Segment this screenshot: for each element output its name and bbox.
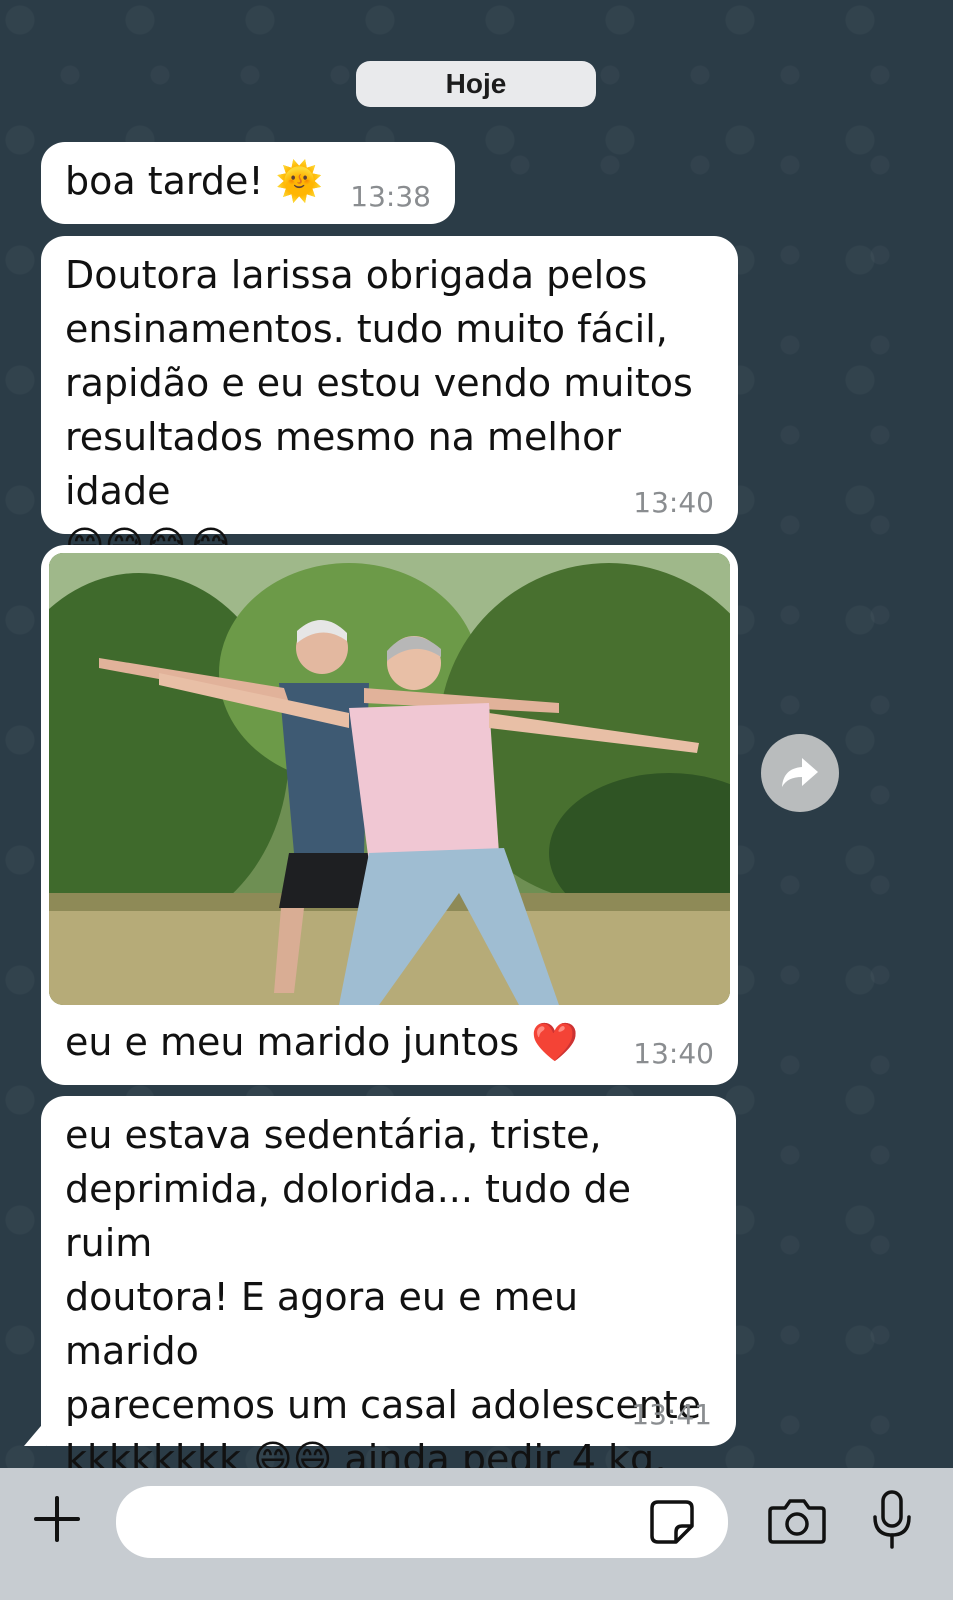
sticker-icon[interactable]	[648, 1498, 696, 1546]
message-bubble[interactable]: boa tarde! 🌞 13:38	[41, 142, 455, 224]
message-time: 13:38	[350, 180, 431, 213]
plus-icon[interactable]	[32, 1494, 82, 1544]
message-time: 13:40	[633, 1037, 714, 1070]
forward-button[interactable]	[761, 734, 839, 812]
message-input[interactable]	[116, 1486, 728, 1558]
message-time: 13:41	[631, 1398, 712, 1431]
forward-arrow-icon	[782, 758, 818, 787]
message-bubble[interactable]: Doutora larissa obrigada pelos ensinamen…	[41, 236, 738, 567]
image-caption: eu e meu marido juntos ❤️	[65, 1020, 579, 1064]
photo-illustration	[49, 553, 730, 1005]
photo-couple-exercising[interactable]	[49, 553, 730, 1005]
message-time: 13:40	[633, 486, 714, 519]
microphone-icon[interactable]	[870, 1489, 914, 1551]
date-label: Hoje	[445, 68, 507, 99]
message-bubble[interactable]: eu estava sedentária, triste, deprimida,…	[41, 1096, 736, 1535]
image-message-bubble[interactable]: eu e meu marido juntos ❤️ 13:40	[41, 545, 738, 1085]
camera-icon[interactable]	[767, 1496, 827, 1546]
message-text: Doutora larissa obrigada pelos ensinamen…	[65, 253, 693, 567]
date-separator: Hoje	[356, 61, 596, 107]
bubble-tail	[24, 1420, 46, 1446]
